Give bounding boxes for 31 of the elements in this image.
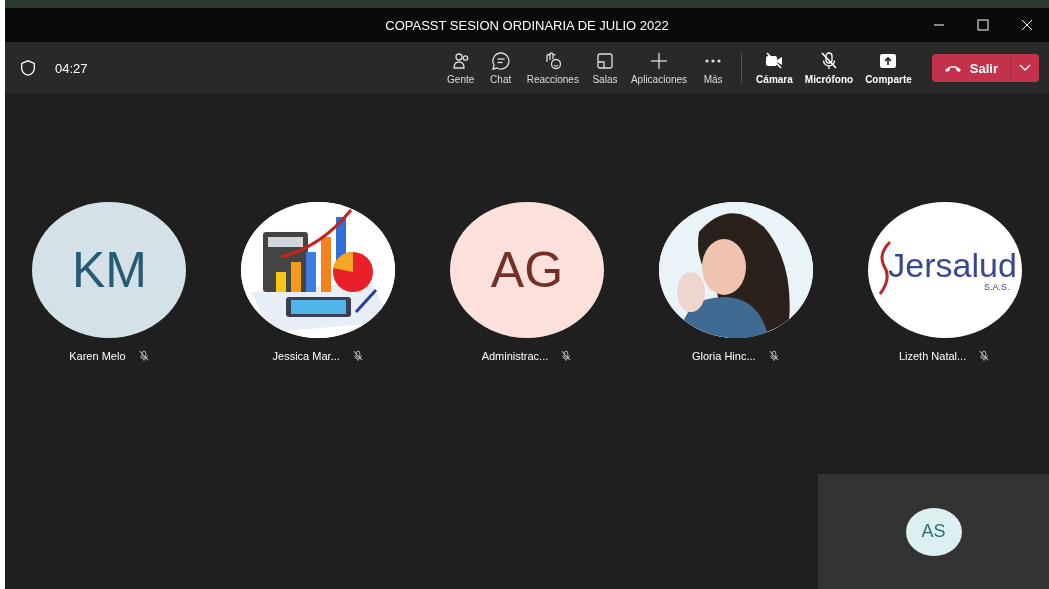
logo-text: Jersalud	[888, 248, 1017, 282]
toolbar-button[interactable]: Salas	[584, 51, 625, 85]
participant-name: Gloria Hinc...	[692, 350, 756, 362]
participant-name: Administrac...	[481, 350, 549, 362]
chat-icon	[490, 51, 511, 71]
camera-icon	[764, 51, 785, 71]
participant-name: Jessica Mar...	[272, 350, 340, 362]
toolbar-button[interactable]: Más	[693, 51, 734, 85]
apps-icon	[649, 51, 669, 71]
participant-name: Karen Melo	[69, 350, 126, 362]
logo-subtext: S.A.S.	[984, 282, 1010, 292]
share-icon	[878, 51, 899, 71]
window-title: COPASST SESION ORDINARIA DE JULIO 2022	[385, 17, 669, 33]
avatar: AG	[450, 202, 604, 338]
participant-name: Lizeth Natal...	[898, 350, 967, 362]
caret-icon	[1019, 64, 1031, 72]
avatar: AS	[905, 507, 962, 556]
phone-icon	[943, 63, 962, 73]
mic-icon	[818, 51, 839, 71]
shield-icon[interactable]	[19, 59, 37, 77]
control-button[interactable]: Micrófono	[798, 51, 860, 85]
avatar: KM	[32, 202, 187, 338]
rooms-icon	[594, 51, 615, 71]
meeting-timer: 04:27	[55, 60, 88, 76]
control-button[interactable]: Cámara	[750, 51, 799, 85]
toolbar-button[interactable]: Reacciones	[520, 51, 585, 85]
toolbar-button[interactable]: Aplicaciones	[624, 51, 694, 85]
people-icon	[450, 51, 471, 71]
toolbar-button[interactable]: Gente	[440, 51, 481, 85]
control-button[interactable]: Comparte	[859, 51, 918, 85]
toolbar-button[interactable]: Chat	[480, 51, 521, 85]
